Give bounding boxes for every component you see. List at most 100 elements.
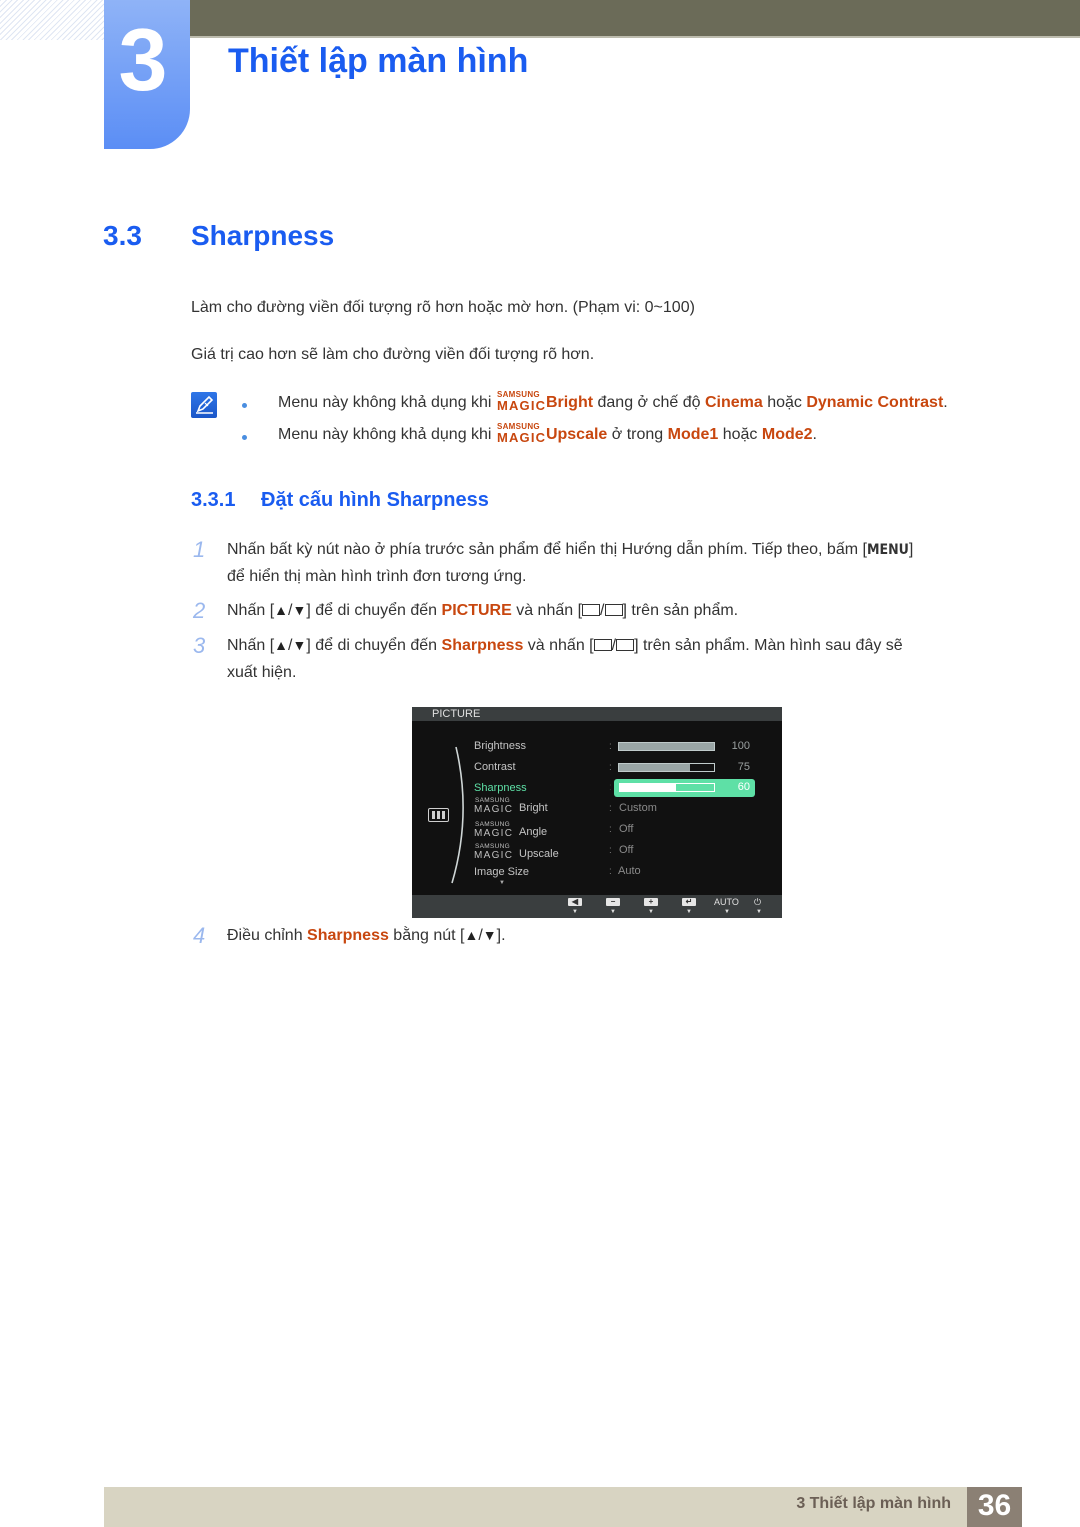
osd-colon: :: [609, 824, 612, 835]
note-text: .: [812, 426, 817, 443]
note-text: ở trong: [607, 426, 668, 443]
sharpness-value: 60: [737, 781, 750, 793]
step-number: 1: [193, 537, 206, 562]
magic-angle-value: Off: [619, 823, 634, 835]
magic-logo-top: SAMSUNG: [475, 797, 510, 804]
osd-item-magic-angle: Angle: [519, 826, 548, 838]
down-arrow-icon: ▼: [482, 927, 497, 943]
header-bar: [190, 0, 1080, 38]
brightness-value: 100: [731, 740, 750, 752]
step-text-part: ] trên sản phẩm.: [622, 602, 739, 619]
up-arrow-icon: ▲: [274, 602, 288, 618]
step-text-part: Nhấn [: [227, 602, 275, 619]
step-number: 4: [193, 923, 206, 948]
chapter-title: Thiết lập màn hình: [228, 42, 529, 80]
osd-item-magic-upscale: Upscale: [519, 848, 559, 860]
enter-button-icon: [604, 604, 623, 616]
key-caret: ▼: [686, 909, 692, 915]
osd-left-key-icon: ◀: [568, 898, 582, 906]
osd-item-contrast: Contrast: [474, 761, 516, 773]
osd-enter-key-icon: ↵: [682, 898, 696, 906]
sharpness-bar: [619, 783, 715, 792]
osd-colon: :: [609, 845, 612, 856]
osd-item-magic-bright: Bright: [519, 802, 548, 814]
step-target: Sharpness: [441, 637, 524, 654]
step-target: PICTURE: [441, 602, 512, 619]
step-text: Nhấn [▲/▼] để di chuyển đến Sharpness và…: [227, 637, 903, 654]
step-number: 3: [193, 633, 206, 658]
osd-minus-key-icon: −: [606, 898, 620, 906]
osd-header: PICTURE: [412, 707, 782, 721]
step-text-part: Điều chỉnh: [227, 927, 308, 944]
magic-logo-bottom: MAGIC: [474, 850, 514, 861]
brightness-bar: [618, 742, 715, 751]
osd-plus-key-icon: +: [644, 898, 658, 906]
contrast-bar: [618, 763, 715, 772]
step-number: 2: [193, 598, 206, 623]
subsection-title: Đặt cấu hình Sharpness: [261, 489, 489, 511]
key-caret: ▼: [724, 909, 730, 915]
magic-logo-bottom: MAGIC: [474, 828, 514, 839]
chapter-number-block: 3: [104, 0, 190, 149]
step-text-part: ] để di chuyển đến: [306, 602, 442, 619]
enter-button-icon: [616, 639, 635, 651]
samsung-magic-logo: SAMSUNG MAGIC: [496, 422, 546, 445]
osd-colon: :: [609, 762, 612, 773]
note-item: Menu này không khả dụng khi SAMSUNG MAGIC…: [278, 422, 817, 445]
step-text: Nhấn [▲/▼] để di chuyển đến PICTURE và n…: [227, 602, 739, 619]
step-text: Nhấn bất kỳ nút nào ở phía trước sản phẩ…: [227, 541, 913, 559]
osd-item-brightness: Brightness: [474, 740, 526, 752]
osd-magic-logo: SAMSUNG MAGIC: [474, 821, 518, 840]
key-caret: ▼: [572, 909, 578, 915]
magic-bright-value: Custom: [619, 802, 657, 814]
up-arrow-icon: ▲: [274, 637, 288, 653]
osd-magic-logo: SAMSUNG MAGIC: [474, 797, 518, 816]
scroll-down-indicator: ▼: [499, 880, 505, 886]
step-text-line2: xuất hiện.: [227, 664, 297, 681]
note-feature: Upscale: [545, 426, 608, 443]
note-text: hoặc: [762, 394, 807, 411]
section-paragraph: Làm cho đường viền đối tượng rõ hơn hoặc…: [191, 299, 695, 316]
osd-colon: :: [609, 741, 612, 752]
step-text-line2: để hiển thị màn hình trình đơn tương ứng…: [227, 568, 527, 585]
osd-title: PICTURE: [432, 708, 481, 720]
section-paragraph: Giá trị cao hơn sẽ làm cho đường viền đố…: [191, 346, 595, 363]
osd-auto-key-label: AUTO: [714, 897, 739, 907]
step-text-part: Nhấn bất kỳ nút nào ở phía trước sản phẩ…: [227, 541, 867, 558]
step-text-part: bằng nút [: [388, 927, 465, 944]
osd-item-image-size: Image Size: [474, 866, 530, 878]
step-text-part: Nhấn [: [227, 637, 275, 654]
header-hatch-decoration: [0, 0, 104, 40]
chapter-number: 3: [118, 10, 168, 109]
note-option: Mode1: [667, 426, 719, 443]
note-pencil-icon: [191, 392, 217, 418]
note-option: Dynamic Contrast: [806, 394, 944, 411]
note-text: đang ở chế độ: [593, 394, 705, 411]
osd-item-sharpness: Sharpness: [474, 782, 527, 794]
step-text-part: ].: [496, 927, 506, 944]
note-text: hoặc: [718, 426, 762, 443]
contrast-value: 75: [737, 761, 750, 773]
up-arrow-icon: ▲: [464, 927, 479, 943]
samsung-magic-logo: SAMSUNG MAGIC: [496, 390, 546, 413]
step-text: Điều chỉnh Sharpness bằng nút [▲/▼].: [227, 927, 506, 945]
source-button-icon: [593, 639, 612, 651]
note-option: Cinema: [704, 394, 763, 411]
page-number: 36: [977, 1489, 1012, 1522]
osd-colon: :: [609, 803, 612, 814]
note-text: .: [943, 394, 948, 411]
step-text-part: và nhấn [: [511, 602, 583, 619]
bar-fill: [619, 743, 714, 750]
osd-colon: :: [609, 866, 612, 877]
step-text-part: và nhấn [: [523, 637, 594, 654]
magic-logo-top: SAMSUNG: [475, 821, 510, 828]
key-caret: ▼: [756, 909, 762, 915]
source-button-icon: [582, 604, 601, 616]
note-text: Menu này không khả dụng khi: [278, 394, 496, 411]
osd-power-key-icon: ⏻: [754, 897, 762, 907]
down-arrow-icon: ▼: [292, 637, 307, 653]
section-title: Sharpness: [191, 220, 335, 251]
note-bullet: [242, 435, 247, 440]
note-option: Mode2: [761, 426, 813, 443]
note-bullet: [242, 403, 247, 408]
